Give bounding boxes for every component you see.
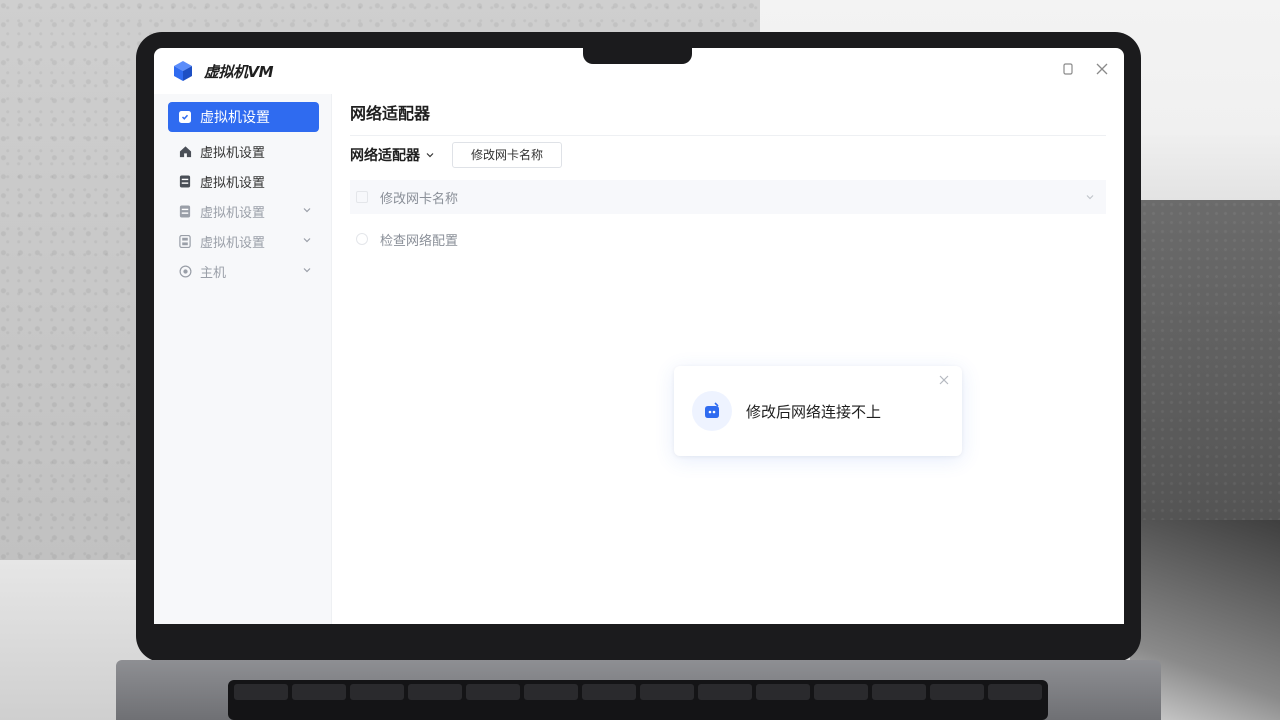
sidebar-item-disk-group[interactable]: 虚拟机设置 [168, 226, 319, 256]
chevron-down-icon [424, 149, 436, 161]
server-icon [178, 204, 192, 218]
background-block-top [1140, 135, 1280, 205]
sidebar-item-label: 虚拟机设置 [200, 145, 266, 161]
target-icon [178, 264, 192, 278]
app-window: 虚拟机VM 虚拟机设置 虚拟机设置 虚拟机设置 虚拟机设置 虚拟机设置 主机 网… [154, 48, 1124, 624]
sidebar-item-label: 虚拟机设置 [200, 110, 270, 126]
close-icon[interactable] [938, 374, 950, 386]
cube-logo-icon [172, 60, 194, 82]
sidebar-item-server-group[interactable]: 虚拟机设置 [168, 196, 319, 226]
sidebar-item-label: 主机 [200, 265, 227, 281]
sidebar-item-home[interactable]: 虚拟机设置 [168, 136, 319, 166]
row-radio[interactable] [356, 233, 368, 245]
sidebar-item-label: 虚拟机设置 [200, 235, 266, 251]
rename-adapter-button[interactable]: 修改网卡名称 [452, 142, 563, 168]
close-icon[interactable] [1094, 62, 1110, 78]
sidebar-item-label: 虚拟机设置 [200, 175, 266, 191]
background-block [1140, 200, 1280, 520]
network-error-icon [692, 391, 732, 431]
list-item-label: 修改网卡名称 [380, 191, 459, 207]
app-title: 虚拟机VM [204, 62, 274, 81]
window-controls [1060, 62, 1110, 78]
main-content: 网络适配器 网络适配器 修改网卡名称 修改网卡名称 检查网络配置 修改后网络连接… [332, 94, 1124, 624]
vm-settings-icon [178, 110, 192, 124]
toolbar: 网络适配器 修改网卡名称 [350, 136, 1106, 174]
server-icon [178, 174, 192, 188]
chevron-down-icon[interactable] [1084, 191, 1096, 203]
keyboard [228, 680, 1048, 720]
adapter-dropdown[interactable]: 网络适配器 [350, 145, 436, 165]
page-title: 网络适配器 [350, 94, 1106, 136]
sidebar-item-vm-settings[interactable]: 虚拟机设置 [168, 102, 319, 132]
chevron-down-icon[interactable] [301, 234, 313, 246]
sidebar: 虚拟机设置 虚拟机设置 虚拟机设置 虚拟机设置 虚拟机设置 主机 [154, 94, 332, 624]
list-item[interactable]: 修改网卡名称 [350, 180, 1106, 214]
home-icon [178, 144, 192, 158]
list-item[interactable]: 检查网络配置 [350, 222, 1106, 256]
disk-icon [178, 234, 192, 248]
row-checkbox[interactable] [356, 191, 368, 203]
chevron-down-icon[interactable] [301, 204, 313, 216]
laptop-notch [583, 48, 692, 64]
sidebar-item-server[interactable]: 虚拟机设置 [168, 166, 319, 196]
error-toast: 修改后网络连接不上 [674, 366, 962, 456]
list-item-label: 检查网络配置 [380, 233, 459, 249]
sidebar-item-label: 虚拟机设置 [200, 205, 266, 221]
chevron-down-icon[interactable] [301, 264, 313, 276]
restore-icon[interactable] [1060, 62, 1076, 78]
sidebar-item-host[interactable]: 主机 [168, 256, 319, 286]
toast-message: 修改后网络连接不上 [746, 402, 882, 421]
adapter-dropdown-label: 网络适配器 [350, 148, 420, 164]
